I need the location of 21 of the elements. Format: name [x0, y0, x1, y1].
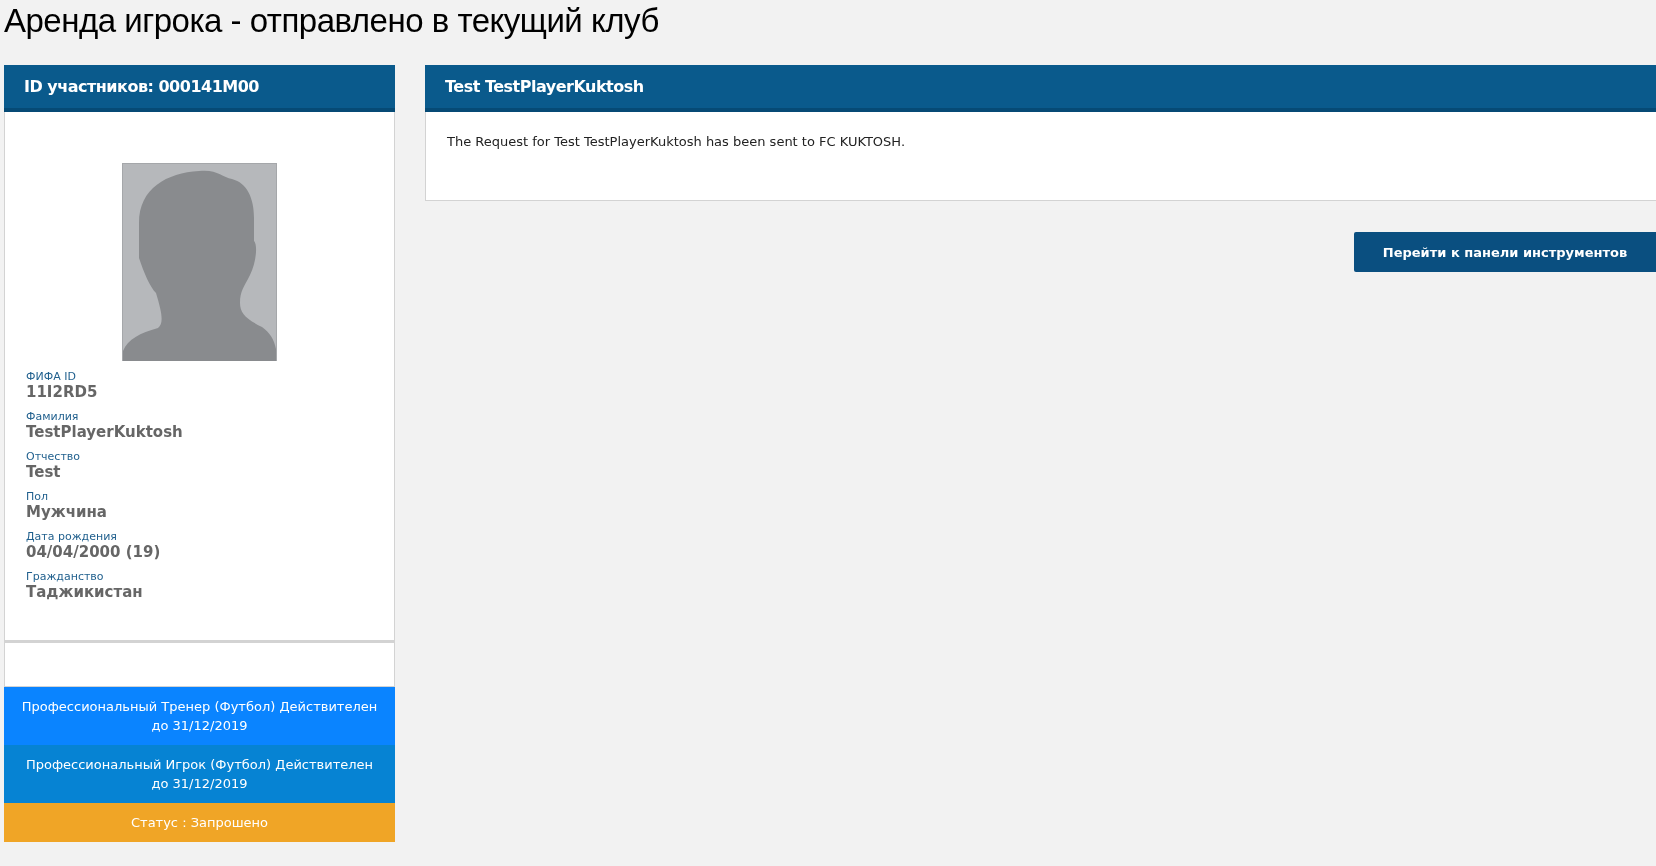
field-value: Test [26, 463, 62, 482]
avatar-silhouette-icon [122, 163, 277, 361]
field-value: Мужчина [26, 503, 108, 522]
page-title: Аренда игрока - отправлено в текущий клуб [3, 1, 660, 41]
field-label: Гражданство [26, 570, 105, 583]
status-badge: Статус : Запрошено [4, 803, 395, 842]
field-label: ФИФА ID [26, 370, 77, 383]
status-badge: Профессиональный Игрок (Футбол) Действителен до 31/12/2019 [4, 745, 395, 803]
dashboard-button[interactable]: Перейти к панели инструментов [1354, 232, 1656, 272]
field-value: TestPlayerKuktosh [26, 423, 184, 442]
field-label: Пол [26, 490, 50, 503]
message-text: The Request for Test TestPlayerKuktosh has been sent to FC KUKTOSH. [447, 134, 907, 149]
field-label: Дата рождения [26, 530, 118, 543]
field-label: Отчество [26, 450, 81, 463]
field-label: Фамилия [26, 410, 80, 423]
status-badge: Профессиональный Тренер (Футбол) Действителен до 31/12/2019 [4, 687, 395, 745]
panel-header: ID участников: 000141M00 [4, 65, 395, 112]
panel-header: Test TestPlayerKuktosh [425, 65, 1656, 112]
field-value: Таджикистан [26, 583, 144, 602]
field-value: 04/04/2000 (19) [26, 543, 162, 562]
field-value: 11I2RD5 [26, 383, 99, 402]
